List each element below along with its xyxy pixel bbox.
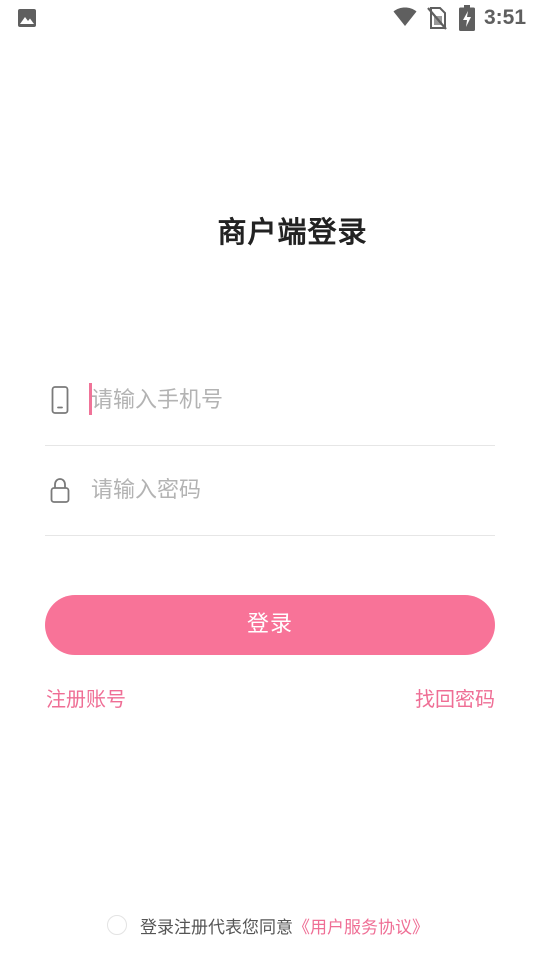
phone-field-row (45, 355, 495, 446)
phone-input[interactable] (91, 379, 481, 421)
page-title: 商户端登录 (217, 215, 368, 249)
agreement-checkbox[interactable] (107, 915, 127, 935)
forgot-password-link[interactable]: 找回密码 (415, 684, 495, 714)
agreement-text: 登录注册代表您同意 (140, 917, 293, 938)
no-sim-icon (427, 7, 447, 30)
register-link[interactable]: 注册账号 (46, 684, 126, 714)
password-input[interactable] (91, 469, 481, 511)
lock-icon (50, 478, 70, 503)
status-time: 3:51 (484, 6, 527, 29)
battery-charging-icon (459, 5, 475, 31)
login-button[interactable]: 登录 (45, 595, 495, 655)
wifi-icon (393, 7, 417, 26)
password-field-row (45, 445, 495, 536)
agreement-row: 登录注册代表您同意 《用户服务协议》 (107, 911, 429, 939)
gallery-icon (18, 9, 36, 27)
status-bar: 3:51 (0, 0, 540, 36)
user-agreement-link[interactable]: 《用户服务协议》 (293, 913, 429, 938)
phone-icon (51, 386, 69, 414)
